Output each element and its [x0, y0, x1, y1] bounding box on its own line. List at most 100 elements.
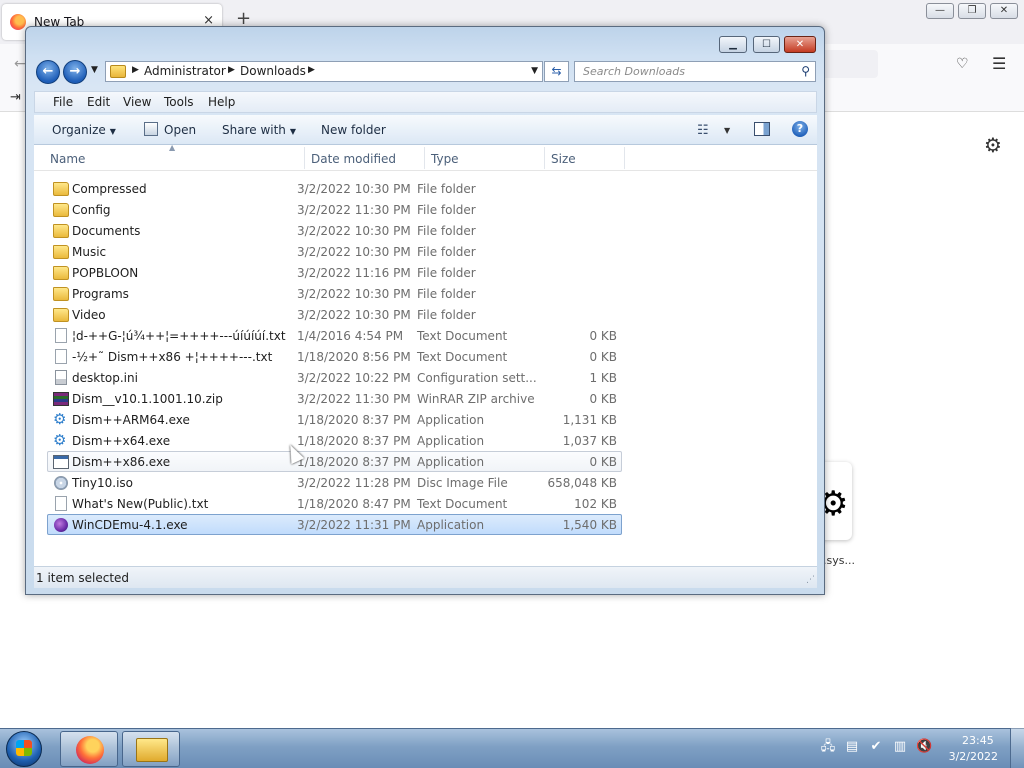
- taskbar: 🖧 ▤ ✔ ▥ 🔇: [0, 728, 1024, 768]
- open-button[interactable]: Open: [164, 123, 196, 137]
- file-row[interactable]: Programs 3/2/2022 10:30 PM File folder: [47, 283, 622, 304]
- refresh-icon[interactable]: ⇆: [544, 61, 569, 82]
- show-desktop-button[interactable]: [1010, 728, 1024, 768]
- column-header-name[interactable]: Name: [50, 152, 85, 166]
- breadcrumb-arrow-icon[interactable]: ▶: [308, 65, 315, 75]
- menu-file[interactable]: File: [53, 95, 73, 109]
- view-options-chevron-icon[interactable]: ▼: [724, 126, 730, 135]
- file-row[interactable]: What's New(Public).txt 1/18/2020 8:47 PM T…: [47, 493, 622, 514]
- file-type: Disc Image File: [417, 476, 508, 490]
- change-view-icon[interactable]: ☷: [697, 123, 709, 138]
- help-icon[interactable]: ?: [792, 121, 808, 137]
- address-bar[interactable]: ▶ Administrator ▶ Downloads ▶ ▼: [105, 61, 543, 82]
- file-type: Application: [417, 413, 485, 427]
- file-name: Documents: [72, 224, 141, 238]
- file-row[interactable]: Dism__v10.1.1001.10.zip 3/2/2022 11:30 PM…: [47, 388, 622, 409]
- back-arrow-icon[interactable]: ←: [36, 60, 60, 84]
- menu-edit[interactable]: Edit: [87, 95, 110, 109]
- file-row[interactable]: Music 3/2/2022 10:30 PM File folder: [47, 241, 622, 262]
- cd-app-icon: [54, 518, 68, 532]
- breadcrumb-arrow-icon[interactable]: ▶: [228, 65, 235, 75]
- status-text: 1 item selected: [36, 571, 130, 585]
- column-header-type[interactable]: Type: [431, 152, 459, 166]
- network-tray-icon[interactable]: 🖧: [820, 739, 836, 755]
- document-tray-icon[interactable]: ▤: [844, 739, 860, 755]
- search-input[interactable]: Search Downloads ⚲: [574, 61, 816, 82]
- folder-icon: [53, 224, 69, 238]
- file-list-pane[interactable]: ▲ Name Date modified Type Size Compresse…: [34, 143, 817, 566]
- share-with-button[interactable]: Share with ▼: [222, 123, 296, 137]
- file-type: Application: [417, 518, 485, 532]
- resize-grip-icon[interactable]: ⋰: [806, 575, 815, 585]
- pocket-icon[interactable]: ♡: [956, 56, 972, 72]
- browser-back-icon[interactable]: ←: [14, 56, 26, 72]
- clock-time[interactable]: 23:45: [962, 734, 994, 747]
- start-button[interactable]: [6, 731, 42, 767]
- folder-icon: [110, 65, 126, 78]
- chevron-down-icon: ▼: [109, 127, 116, 136]
- file-size: 0 KB: [589, 392, 617, 406]
- file-size: 0 KB: [589, 329, 617, 343]
- gears-app-icon: ⚙: [53, 431, 67, 449]
- close-button[interactable]: ✕: [784, 36, 816, 53]
- column-divider[interactable]: [544, 147, 545, 169]
- forward-arrow-icon[interactable]: →: [63, 60, 87, 84]
- column-header-date[interactable]: Date modified: [311, 152, 396, 166]
- column-divider[interactable]: [424, 147, 425, 169]
- breadcrumb-downloads[interactable]: Downloads: [240, 64, 306, 78]
- hamburger-menu-icon[interactable]: ☰: [992, 54, 1006, 73]
- folder-icon: [53, 245, 69, 259]
- file-row[interactable]: ¦d-++G-¦ú¾++¦=++++---úíúíúí.txt 1/4/2016 …: [47, 325, 622, 346]
- column-divider[interactable]: [304, 147, 305, 169]
- taskbar-firefox-button[interactable]: [60, 731, 118, 767]
- breadcrumb-arrow-icon[interactable]: ▶: [132, 65, 139, 75]
- file-row[interactable]: ⚙ Dism++ARM64.exe 1/18/2020 8:37 PM Applica…: [47, 409, 622, 430]
- file-row[interactable]: POPBLOON 3/2/2022 11:16 PM File folder: [47, 262, 622, 283]
- file-type: Text Document: [417, 350, 508, 364]
- file-row[interactable]: desktop.ini 3/2/2022 10:22 PM Configuratio…: [47, 367, 622, 388]
- new-folder-button[interactable]: New folder: [321, 123, 386, 137]
- browser-restore-button[interactable]: ❐: [958, 3, 986, 19]
- file-row[interactable]: Config 3/2/2022 11:30 PM File folder: [47, 199, 622, 220]
- settings-gear-icon[interactable]: ⚙: [984, 133, 1002, 157]
- column-header-size[interactable]: Size: [551, 152, 576, 166]
- file-date-modified: 1/18/2020 8:37 PM: [297, 455, 411, 469]
- clock-date[interactable]: 3/2/2022: [948, 750, 998, 763]
- file-date-modified: 1/18/2020 8:56 PM: [297, 350, 411, 364]
- maximize-button[interactable]: ☐: [753, 36, 780, 53]
- file-row[interactable]: Tiny10.iso 3/2/2022 11:28 PM Disc Image Fi…: [47, 472, 622, 493]
- action-center-tray-icon[interactable]: ✔: [868, 739, 884, 755]
- organize-button[interactable]: Organize ▼: [52, 123, 116, 137]
- file-row[interactable]: Documents 3/2/2022 10:30 PM File folder: [47, 220, 622, 241]
- file-row[interactable]: Dism++x86.exe 1/18/2020 8:37 PM Applicatio…: [47, 451, 622, 472]
- file-name: WinCDEmu-4.1.exe: [72, 518, 188, 532]
- preview-pane-icon[interactable]: [754, 122, 770, 136]
- address-dropdown-icon[interactable]: ▼: [531, 66, 538, 76]
- browser-close-button[interactable]: ✕: [990, 3, 1018, 19]
- volume-muted-tray-icon[interactable]: 🔇: [916, 739, 932, 755]
- search-icon[interactable]: ⚲: [801, 64, 810, 78]
- disc-image-icon: [54, 476, 68, 490]
- file-row[interactable]: Video 3/2/2022 10:30 PM File folder: [47, 304, 622, 325]
- browser-minimize-button[interactable]: —: [926, 3, 954, 19]
- menu-help[interactable]: Help: [208, 95, 235, 109]
- network-status-tray-icon[interactable]: ▥: [892, 739, 908, 755]
- folder-icon: [53, 182, 69, 196]
- windows-logo-icon: [16, 740, 32, 756]
- file-size: 1,540 KB: [562, 518, 617, 532]
- minimize-button[interactable]: ▁: [719, 36, 747, 53]
- file-row[interactable]: Compressed 3/2/2022 10:30 PM File folder: [47, 178, 622, 199]
- sign-in-icon[interactable]: ⇥: [10, 90, 21, 105]
- file-row[interactable]: ⚙ Dism++x64.exe 1/18/2020 8:37 PM Applicati…: [47, 430, 622, 451]
- file-name: Config: [72, 203, 111, 217]
- menu-tools[interactable]: Tools: [164, 95, 194, 109]
- column-divider[interactable]: [624, 147, 625, 169]
- file-row[interactable]: WinCDEmu-4.1.exe 3/2/2022 11:31 PM Applica…: [47, 514, 622, 535]
- menu-view[interactable]: View: [123, 95, 151, 109]
- breadcrumb-administrator[interactable]: Administrator: [144, 64, 226, 78]
- taskbar-explorer-button[interactable]: [122, 731, 180, 767]
- recent-pages-chevron-icon[interactable]: ▼: [91, 65, 98, 75]
- firefox-icon: [76, 736, 104, 764]
- file-row[interactable]: -½+˜ Dism++x86 +¦++++---.txt 1/18/2020 8:…: [47, 346, 622, 367]
- file-name: Dism++x86.exe: [72, 455, 171, 469]
